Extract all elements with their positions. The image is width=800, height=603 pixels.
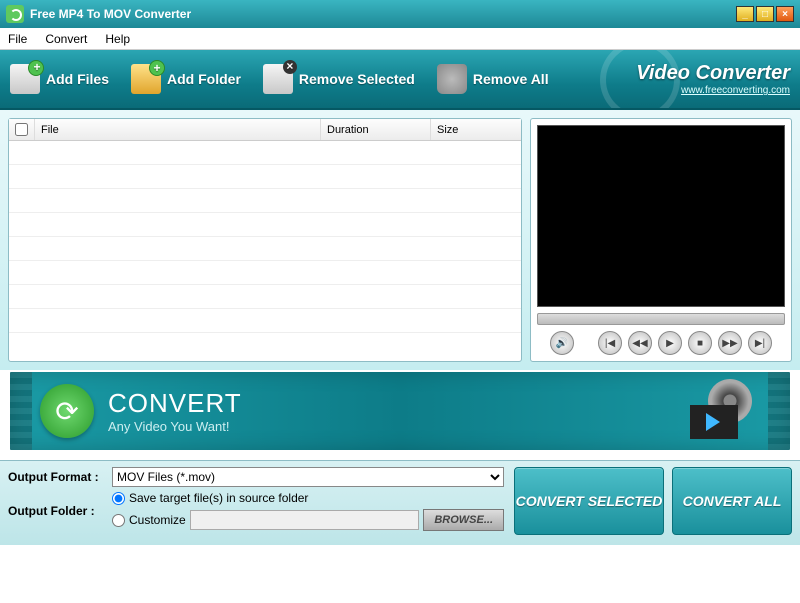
output-format-select[interactable]: MOV Files (*.mov) xyxy=(112,467,504,487)
table-row xyxy=(9,141,521,165)
remove-selected-button[interactable]: Remove Selected xyxy=(263,64,415,94)
player-controls: 🔊 |◀ ◀◀ ▶ ■ ▶▶ ▶| xyxy=(537,331,785,355)
table-row xyxy=(9,165,521,189)
remove-all-label: Remove All xyxy=(473,71,549,87)
output-folder-label: Output Folder : xyxy=(8,504,112,518)
app-logo-icon xyxy=(6,5,24,23)
table-row xyxy=(9,213,521,237)
forward-button[interactable]: ▶▶ xyxy=(718,331,742,355)
convert-all-button[interactable]: CONVERT ALL xyxy=(672,467,792,535)
add-folder-label: Add Folder xyxy=(167,71,241,87)
output-format-label: Output Format : xyxy=(8,470,112,484)
add-files-label: Add Files xyxy=(46,71,109,87)
file-list-rows xyxy=(9,141,521,361)
table-row xyxy=(9,261,521,285)
stop-button[interactable]: ■ xyxy=(688,331,712,355)
table-row xyxy=(9,237,521,261)
maximize-button[interactable]: □ xyxy=(756,6,774,22)
volume-button[interactable]: 🔊 xyxy=(550,331,574,355)
add-folder-icon xyxy=(131,64,161,94)
title-bar: Free MP4 To MOV Converter _ □ × xyxy=(0,0,800,28)
select-all-checkbox[interactable] xyxy=(15,123,28,136)
minimize-button[interactable]: _ xyxy=(736,6,754,22)
add-files-icon xyxy=(10,64,40,94)
menu-convert[interactable]: Convert xyxy=(45,32,87,46)
video-reel-icon xyxy=(690,383,760,439)
browse-button[interactable]: BROWSE... xyxy=(423,509,504,531)
column-file[interactable]: File xyxy=(35,119,321,140)
banner-title: CONVERT xyxy=(108,388,242,419)
remove-selected-icon xyxy=(263,64,293,94)
close-button[interactable]: × xyxy=(776,6,794,22)
customize-label: Customize xyxy=(129,513,186,527)
convert-selected-button[interactable]: CONVERT SELECTED xyxy=(514,467,664,535)
add-files-button[interactable]: Add Files xyxy=(10,64,109,94)
next-track-button[interactable]: ▶| xyxy=(748,331,772,355)
preview-panel: 🔊 |◀ ◀◀ ▶ ■ ▶▶ ▶| xyxy=(530,118,792,362)
table-row xyxy=(9,285,521,309)
save-in-source-radio[interactable] xyxy=(112,492,125,505)
remove-selected-label: Remove Selected xyxy=(299,71,415,87)
menu-help[interactable]: Help xyxy=(105,32,130,46)
convert-banner: ⟳ CONVERT Any Video You Want! xyxy=(8,370,792,452)
menu-bar: File Convert Help xyxy=(0,28,800,50)
play-button[interactable]: ▶ xyxy=(658,331,682,355)
trash-icon xyxy=(437,64,467,94)
custom-path-input[interactable] xyxy=(190,510,420,530)
rewind-button[interactable]: ◀◀ xyxy=(628,331,652,355)
convert-icon: ⟳ xyxy=(40,384,94,438)
menu-file[interactable]: File xyxy=(8,32,27,46)
table-row xyxy=(9,309,521,333)
toolbar: Add Files Add Folder Remove Selected Rem… xyxy=(0,50,800,110)
column-duration[interactable]: Duration xyxy=(321,119,431,140)
table-row xyxy=(9,189,521,213)
film-reel-icon xyxy=(600,50,680,110)
seek-bar[interactable] xyxy=(537,313,785,325)
output-section: Output Format : MOV Files (*.mov) Output… xyxy=(0,460,800,545)
save-in-source-label: Save target file(s) in source folder xyxy=(129,491,308,505)
file-list-header: File Duration Size xyxy=(9,119,521,141)
column-size[interactable]: Size xyxy=(431,119,521,140)
window-title: Free MP4 To MOV Converter xyxy=(30,7,191,21)
add-folder-button[interactable]: Add Folder xyxy=(131,64,241,94)
preview-screen xyxy=(537,125,785,307)
film-strip-icon xyxy=(768,372,790,450)
prev-track-button[interactable]: |◀ xyxy=(598,331,622,355)
file-list: File Duration Size xyxy=(8,118,522,362)
banner-subtitle: Any Video You Want! xyxy=(108,419,242,434)
customize-radio[interactable] xyxy=(112,514,125,527)
remove-all-button[interactable]: Remove All xyxy=(437,64,549,94)
film-strip-icon xyxy=(10,372,32,450)
